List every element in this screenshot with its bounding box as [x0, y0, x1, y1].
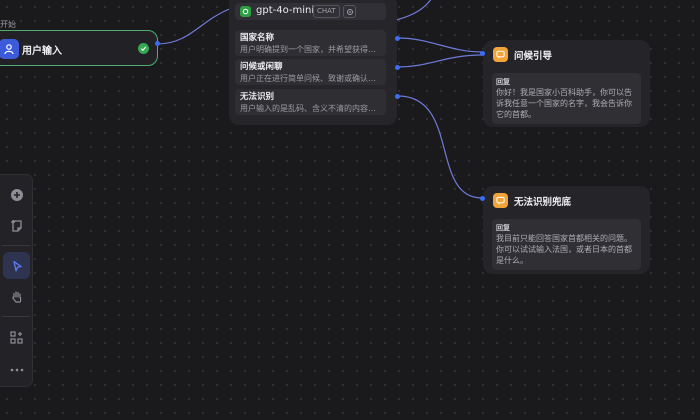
organize-icon[interactable]	[3, 324, 30, 351]
edge-greeting-to-answer	[397, 54, 483, 68]
start-node-title: 用户输入	[22, 46, 62, 57]
class-description: 用户明确提到一个国家，并希望获得该国的首都信息	[240, 45, 381, 54]
user-icon	[0, 39, 19, 59]
add-node-icon[interactable]	[3, 181, 30, 208]
edge-start-to-classifier	[156, 7, 233, 45]
answer-icon	[493, 47, 508, 62]
class-name: 问候或闲聊	[240, 62, 283, 72]
toolbar-divider	[2, 245, 30, 246]
answer-node-title: 问候引导	[514, 51, 553, 62]
class-output-port-greeting[interactable]	[395, 65, 400, 70]
class-item-greeting[interactable]: 问候或闲聊 用户正在进行简单问候、致谢或确认等闲聊	[235, 59, 386, 85]
model-settings-icon[interactable]	[343, 5, 356, 18]
start-output-port[interactable]	[155, 41, 160, 46]
model-mode-badge: CHAT	[313, 5, 340, 18]
answer-node-title: 无法识别兜底	[514, 197, 572, 208]
openai-icon	[240, 6, 251, 17]
class-description: 用户输入的是乱码、含义不清的内容或其他	[240, 104, 381, 113]
toolbar-divider	[2, 316, 30, 317]
answer-input-port[interactable]	[480, 51, 485, 56]
edge-country-to-answer	[397, 37, 483, 53]
start-node[interactable]: 用户输入	[0, 30, 158, 66]
class-name: 国家名称	[240, 33, 275, 43]
model-name: gpt-4o-mini	[256, 5, 315, 16]
workflow-canvas[interactable]: 开始 用户输入 gpt-4o-mini CHAT 国家名称 用户明确提到一个国家…	[0, 0, 700, 420]
question-classifier-node[interactable]: gpt-4o-mini CHAT 国家名称 用户明确提到一个国家，并希望获得该国…	[229, 0, 397, 125]
answer-node-fallback[interactable]: 无法识别兜底 回复 我目前只能回答国家首都相关的问题。你可以试试输入法国，或者日…	[483, 186, 650, 274]
pointer-icon[interactable]	[3, 252, 30, 279]
answer-input-port[interactable]	[480, 196, 485, 201]
edge-classifier-offscreen	[395, 0, 432, 21]
class-name: 无法识别	[240, 92, 275, 102]
answer-icon	[493, 193, 508, 208]
hand-icon[interactable]	[3, 283, 30, 310]
check-circle-icon	[138, 43, 149, 54]
class-description: 用户正在进行简单问候、致谢或确认等闲聊	[240, 74, 381, 83]
answer-label: 回复	[496, 224, 510, 232]
edge-unknown-to-fallback	[397, 95, 483, 199]
more-icon[interactable]	[3, 356, 30, 383]
answer-node-greeting[interactable]: 问候引导 回复 你好！我是国家小百科助手，你可以告诉我任意一个国家的名字，我会告…	[483, 40, 650, 127]
class-item-unknown[interactable]: 无法识别 用户输入的是乱码、含义不清的内容或其他	[235, 89, 386, 115]
answer-text: 你好！我是国家小百科助手，你可以告诉我任意一个国家的名字，我会告诉你它的首都。	[496, 88, 632, 119]
answer-label: 回复	[496, 78, 510, 86]
canvas-toolbar	[0, 174, 33, 387]
class-item-country[interactable]: 国家名称 用户明确提到一个国家，并希望获得该国的首都信息	[235, 30, 386, 56]
add-note-icon[interactable]	[3, 212, 30, 239]
start-section-label: 开始	[0, 20, 16, 29]
model-selector[interactable]: gpt-4o-mini CHAT	[235, 3, 386, 20]
answer-content: 回复 我目前只能回答国家首都相关的问题。你可以试试输入法国，或者日本的首都是什么…	[492, 219, 641, 270]
answer-text: 我目前只能回答国家首都相关的问题。你可以试试输入法国，或者日本的首都是什么。	[496, 234, 632, 265]
class-output-port-country[interactable]	[395, 36, 400, 41]
class-output-port-unknown[interactable]	[395, 94, 400, 99]
answer-content: 回复 你好！我是国家小百科助手，你可以告诉我任意一个国家的名字，我会告诉你它的首…	[492, 73, 641, 124]
